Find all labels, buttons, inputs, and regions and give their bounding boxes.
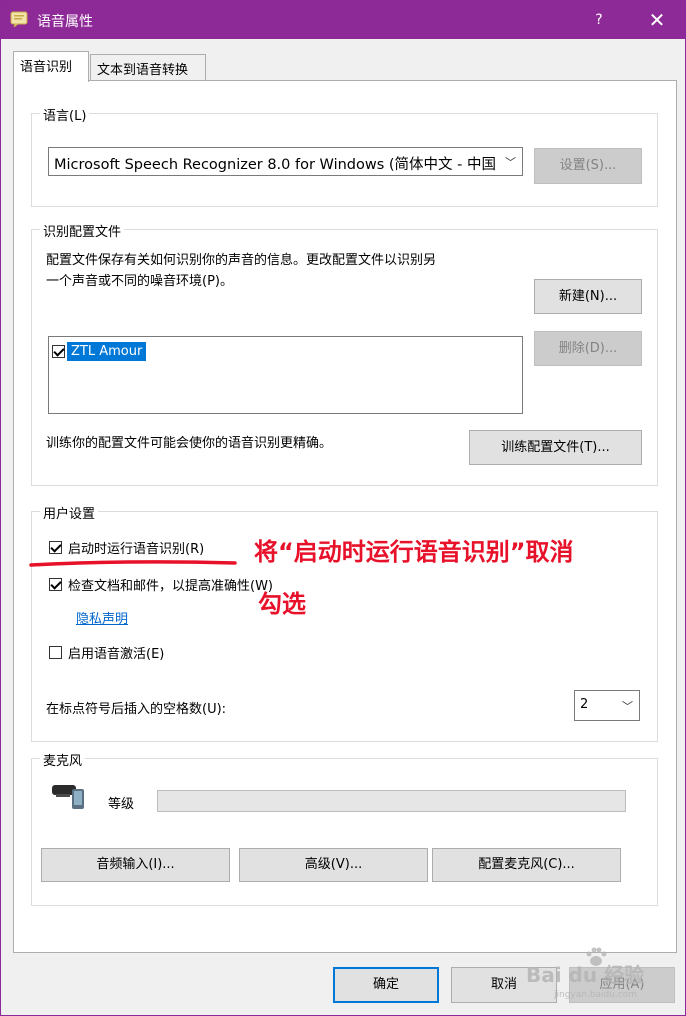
tab-speech-recognition[interactable]: 语音识别 <box>13 51 89 82</box>
speech-properties-window: 语音属性 ? ✕ 语音识别 文本到语音转换 语言(L) Microsoft Sp… <box>0 0 686 1016</box>
train-hint: 训练你的配置文件可能会使你的语音识别更精确。 <box>46 436 333 451</box>
run-at-startup-label: 启动时运行语音识别(R) <box>68 542 205 557</box>
checkbox-checked-icon <box>49 541 62 554</box>
profile-list[interactable]: ZTL Amour <box>48 336 523 414</box>
run-at-startup-checkbox[interactable]: 启动时运行语音识别(R) <box>49 538 204 557</box>
language-group-label: 语言(L) <box>40 105 90 124</box>
microphone-group: 麦克风 <box>31 750 658 906</box>
advanced-button[interactable]: 高级(V)... <box>239 848 428 882</box>
chevron-down-icon: ﹀ <box>622 699 633 713</box>
train-profile-button[interactable]: 训练配置文件(T)... <box>469 430 642 465</box>
window-title: 语音属性 <box>37 14 93 30</box>
help-button[interactable]: ? <box>585 7 613 33</box>
watermark-brand: Bai du 经验 <box>526 963 645 987</box>
spaces-select-value: 2 <box>580 697 589 712</box>
tab-text-to-speech[interactable]: 文本到语音转换 <box>90 54 206 81</box>
profiles-description-line1: 配置文件保存有关如何识别你的声音的信息。更改配置文件以识别另 <box>46 253 437 268</box>
list-item[interactable]: ZTL Amour <box>52 342 147 361</box>
configure-microphone-button[interactable]: 配置麦克风(C)... <box>432 848 621 882</box>
tab-panel: 语言(L) Microsoft Speech Recognizer 8.0 fo… <box>13 80 677 953</box>
microphone-icon <box>52 785 84 809</box>
watermark-url: jingyan.baidu.com <box>554 990 638 1000</box>
microphone-group-label: 麦克风 <box>40 750 86 769</box>
new-profile-button[interactable]: 新建(N)... <box>534 279 642 314</box>
voice-activation-label: 启用语音激活(E) <box>68 647 165 662</box>
checkbox-checked-icon <box>52 345 65 358</box>
voice-activation-checkbox[interactable]: 启用语音激活(E) <box>49 643 164 662</box>
user-settings-group-label: 用户设置 <box>40 503 99 522</box>
ok-button[interactable]: 确定 <box>333 967 439 1003</box>
spaces-select[interactable]: 2 ﹀ <box>574 690 640 721</box>
speech-app-icon <box>10 11 28 27</box>
language-select-value: Microsoft Speech Recognizer 8.0 for Wind… <box>54 157 496 173</box>
close-button[interactable]: ✕ <box>637 5 677 35</box>
review-docs-label: 检查文档和邮件，以提高准确性(W) <box>68 579 273 594</box>
profile-checkbox[interactable] <box>52 345 65 358</box>
profile-name: ZTL Amour <box>67 342 147 361</box>
privacy-link[interactable]: 隐私声明 <box>76 608 128 627</box>
review-docs-checkbox[interactable]: 检查文档和邮件，以提高准确性(W) <box>49 575 273 594</box>
profiles-group-label: 识别配置文件 <box>40 221 125 240</box>
checkbox-unchecked-icon <box>49 646 62 659</box>
profiles-description-line2: 一个声音或不同的噪音环境(P)。 <box>46 274 233 289</box>
settings-button[interactable]: 设置(S)... <box>534 148 642 184</box>
microphone-level-bar <box>157 790 626 812</box>
annotation-line1: 将“启动时运行语音识别”取消 <box>254 538 574 566</box>
red-underline-mark <box>29 560 237 567</box>
annotation-line2: 勾选 <box>258 590 306 618</box>
chevron-down-icon: ﹀ <box>505 155 516 169</box>
level-label: 等级 <box>108 797 135 812</box>
title-bar[interactable]: 语音属性 ? ✕ <box>1 1 685 39</box>
audio-input-button[interactable]: 音频输入(I)... <box>41 848 230 882</box>
language-select[interactable]: Microsoft Speech Recognizer 8.0 for Wind… <box>48 147 523 176</box>
spaces-label: 在标点符号后插入的空格数(U): <box>46 702 227 717</box>
checkbox-checked-icon <box>49 578 62 591</box>
delete-profile-button[interactable]: 删除(D)... <box>534 331 642 366</box>
